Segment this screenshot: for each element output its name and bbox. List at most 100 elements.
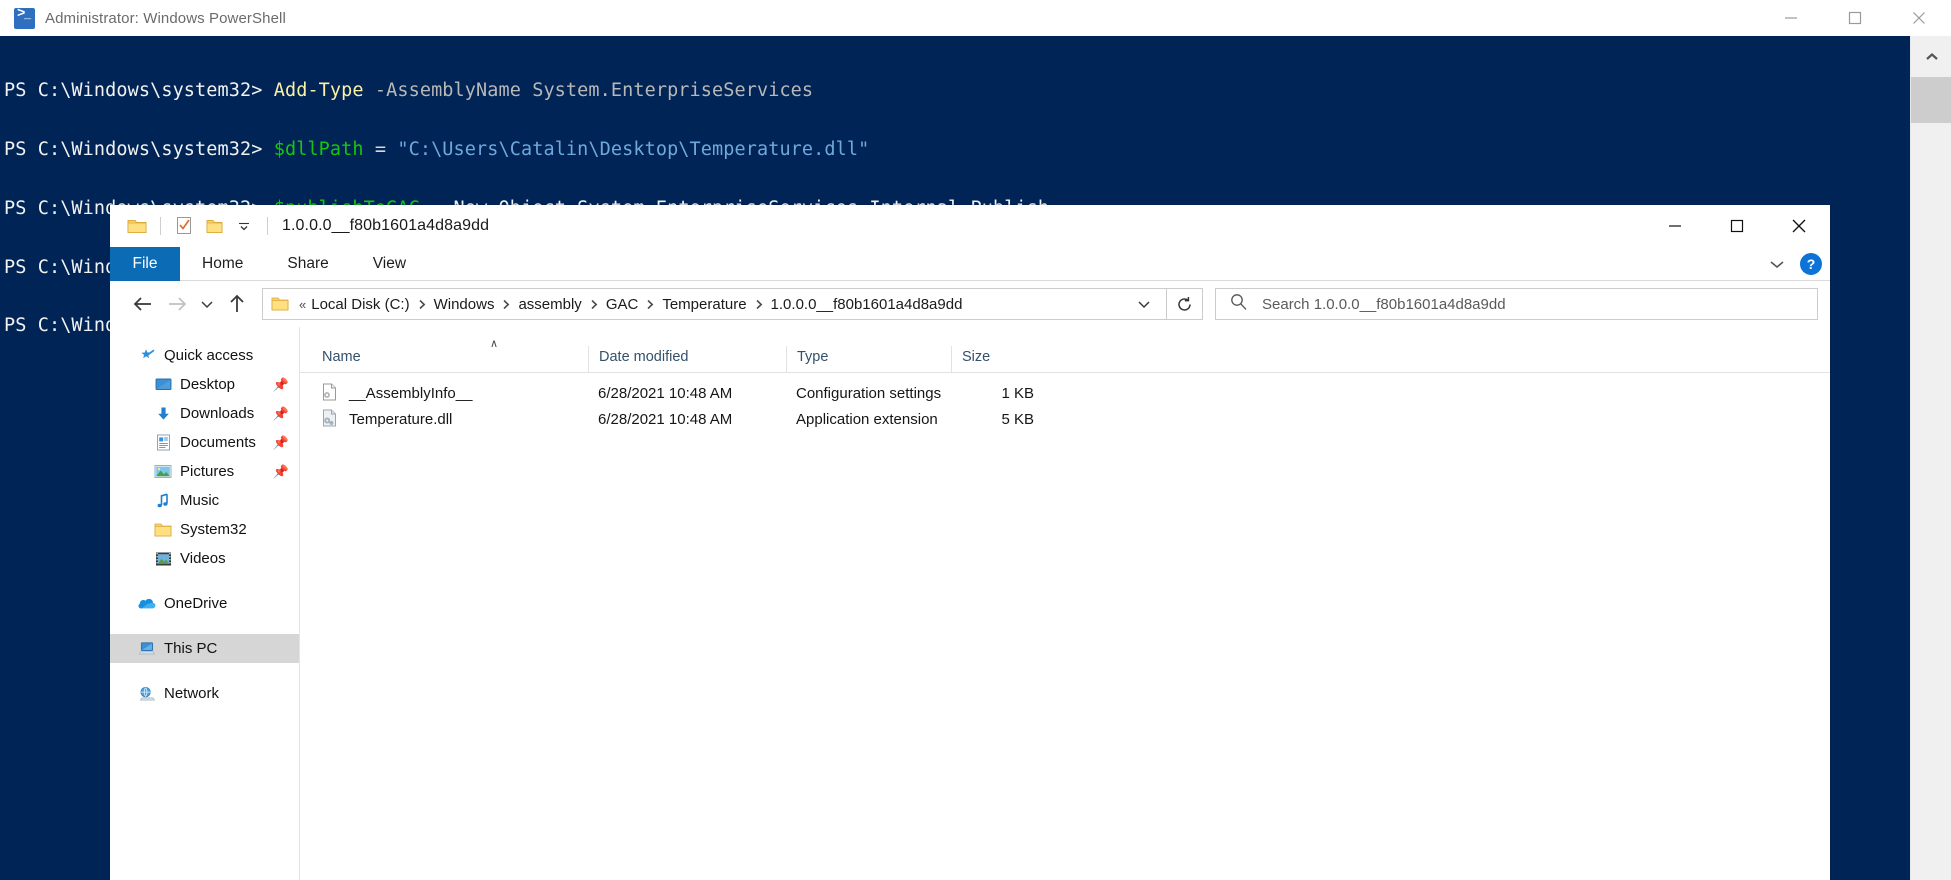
folder-icon (271, 296, 289, 312)
pin-icon[interactable]: 📌 (273, 406, 289, 422)
sidebar-item-music[interactable]: Music (110, 486, 299, 515)
ribbon-right-controls: ? (1768, 247, 1822, 281)
breadcrumb-separator-icon[interactable] (497, 299, 515, 310)
column-header-size[interactable]: Size (951, 346, 1056, 372)
breadcrumb-separator-icon[interactable] (413, 299, 431, 310)
breadcrumb-version[interactable]: 1.0.0.0__f80b1601a4d8a9dd (768, 296, 966, 313)
sidebar-item-downloads[interactable]: Downloads 📌 (110, 399, 299, 428)
table-row[interactable]: __AssemblyInfo__ 6/28/2021 10:48 AM Conf… (300, 380, 1830, 406)
explorer-window-title: 1.0.0.0__f80b1601a4d8a9dd (282, 217, 490, 234)
minimize-button[interactable] (1644, 205, 1706, 247)
breadcrumb-separator-icon[interactable] (585, 299, 603, 310)
explorer-titlebar: 1.0.0.0__f80b1601a4d8a9dd (110, 205, 1830, 247)
music-icon (154, 492, 172, 510)
tab-home[interactable]: Home (180, 247, 265, 281)
network-icon (138, 685, 156, 703)
parameter-token: -AssemblyName System.EnterpriseServices (363, 80, 814, 102)
folder-icon[interactable] (122, 210, 152, 242)
console-line: PS C:\Windows\system32> $dllPath = "C:\U… (4, 140, 1910, 160)
pin-icon[interactable]: 📌 (273, 435, 289, 451)
new-folder-icon[interactable] (199, 210, 229, 242)
address-bar[interactable]: « Local Disk (C:) Windows assembly GAC T… (262, 288, 1167, 320)
quick-access-toolbar: 1.0.0.0__f80b1601a4d8a9dd (110, 205, 489, 247)
sort-ascending-icon: ∧ (490, 338, 499, 350)
videos-icon (154, 550, 172, 568)
file-date-cell: 6/28/2021 10:48 AM (598, 410, 733, 428)
explorer-window-controls (1644, 205, 1830, 247)
minimize-button[interactable] (1759, 0, 1823, 36)
pin-icon[interactable]: 📌 (273, 464, 289, 480)
sidebar-item-documents[interactable]: Documents 📌 (110, 428, 299, 457)
file-list-pane[interactable]: Name Date modified Type Size ∧ __Assembl… (300, 327, 1830, 880)
breadcrumb-separator-icon[interactable] (750, 299, 768, 310)
breadcrumb-windows[interactable]: Windows (431, 296, 498, 313)
pin-icon[interactable]: 📌 (273, 377, 289, 393)
sidebar-item-label: Desktop (180, 376, 236, 393)
close-button[interactable] (1887, 0, 1951, 36)
help-button[interactable]: ? (1800, 253, 1822, 275)
column-header-label: Type (797, 349, 829, 365)
maximize-button[interactable] (1823, 0, 1887, 36)
breadcrumb-gac[interactable]: GAC (603, 296, 642, 313)
properties-icon[interactable] (169, 210, 199, 242)
file-explorer-window: 1.0.0.0__f80b1601a4d8a9dd File Home Shar… (110, 205, 1830, 880)
back-button[interactable] (126, 287, 160, 321)
search-input[interactable]: Search 1.0.0.0__f80b1601a4d8a9dd (1215, 288, 1818, 320)
customize-qat-dropdown-icon[interactable] (229, 210, 259, 242)
sidebar-item-label: OneDrive (164, 595, 228, 612)
sidebar-item-system32[interactable]: System32 (110, 515, 299, 544)
tab-share[interactable]: Share (265, 247, 350, 281)
powershell-titlebar: Administrator: Windows PowerShell (0, 0, 1951, 36)
column-header-date-modified[interactable]: Date modified (588, 346, 786, 372)
breadcrumb-assembly[interactable]: assembly (515, 296, 584, 313)
powershell-title-group: Administrator: Windows PowerShell (0, 6, 286, 29)
onedrive-icon (138, 595, 156, 613)
variable-token: $dllPath (273, 138, 364, 160)
breadcrumb-separator-icon[interactable] (641, 299, 659, 310)
tab-file[interactable]: File (110, 247, 180, 281)
column-headers: Name Date modified Type Size ∧ (300, 338, 1830, 373)
file-name-cell[interactable]: __AssemblyInfo__ (300, 383, 588, 403)
sidebar-item-label: Quick access (164, 347, 254, 364)
star-pin-icon (138, 347, 156, 365)
address-dropdown-icon[interactable] (1128, 299, 1160, 310)
maximize-button[interactable] (1706, 205, 1768, 247)
recent-locations-button[interactable] (194, 287, 220, 321)
sidebar-item-network[interactable]: Network (110, 679, 299, 708)
forward-button[interactable] (160, 287, 194, 321)
sidebar-item-onedrive[interactable]: OneDrive (110, 589, 299, 618)
chevron-down-icon[interactable] (1768, 258, 1786, 270)
up-button[interactable] (220, 287, 254, 321)
scrollbar-thumb[interactable] (1911, 77, 1951, 123)
sidebar-item-label: Network (164, 685, 220, 702)
config-file-icon (322, 383, 339, 403)
sidebar-item-this-pc[interactable]: This PC (110, 634, 299, 663)
breadcrumb-overflow-icon[interactable]: « (299, 297, 306, 312)
file-date-cell: 6/28/2021 10:48 AM (598, 384, 733, 402)
sidebar-item-label: System32 (180, 521, 247, 538)
sidebar-item-pictures[interactable]: Pictures 📌 (110, 457, 299, 486)
navigation-pane[interactable]: Quick access Desktop 📌 Downloads 📌 Docum… (110, 327, 300, 880)
file-name: Temperature.dll (349, 410, 453, 428)
column-header-label: Size (962, 349, 991, 365)
dll-file-icon (322, 409, 339, 429)
string-token: "C:\Users\Catalin\Desktop\Temperature.dl… (397, 138, 870, 160)
scroll-up-arrow-icon[interactable] (1911, 36, 1951, 77)
column-header-type[interactable]: Type (786, 346, 951, 372)
sidebar-item-desktop[interactable]: Desktop 📌 (110, 370, 299, 399)
breadcrumb-temperature[interactable]: Temperature (659, 296, 749, 313)
table-row[interactable]: Temperature.dll 6/28/2021 10:48 AM Appli… (300, 406, 1830, 432)
console-scrollbar[interactable] (1910, 36, 1951, 880)
refresh-button[interactable] (1167, 288, 1203, 320)
sidebar-item-videos[interactable]: Videos (110, 544, 299, 573)
breadcrumb-local-disk[interactable]: Local Disk (C:) (308, 296, 412, 313)
file-name-cell[interactable]: Temperature.dll (300, 409, 588, 429)
sidebar-item-quick-access[interactable]: Quick access (110, 341, 299, 370)
ribbon-tabs: File Home Share View ? (110, 247, 1830, 281)
close-button[interactable] (1768, 205, 1830, 247)
tab-view[interactable]: View (351, 247, 428, 281)
column-header-name[interactable]: Name (300, 346, 588, 372)
